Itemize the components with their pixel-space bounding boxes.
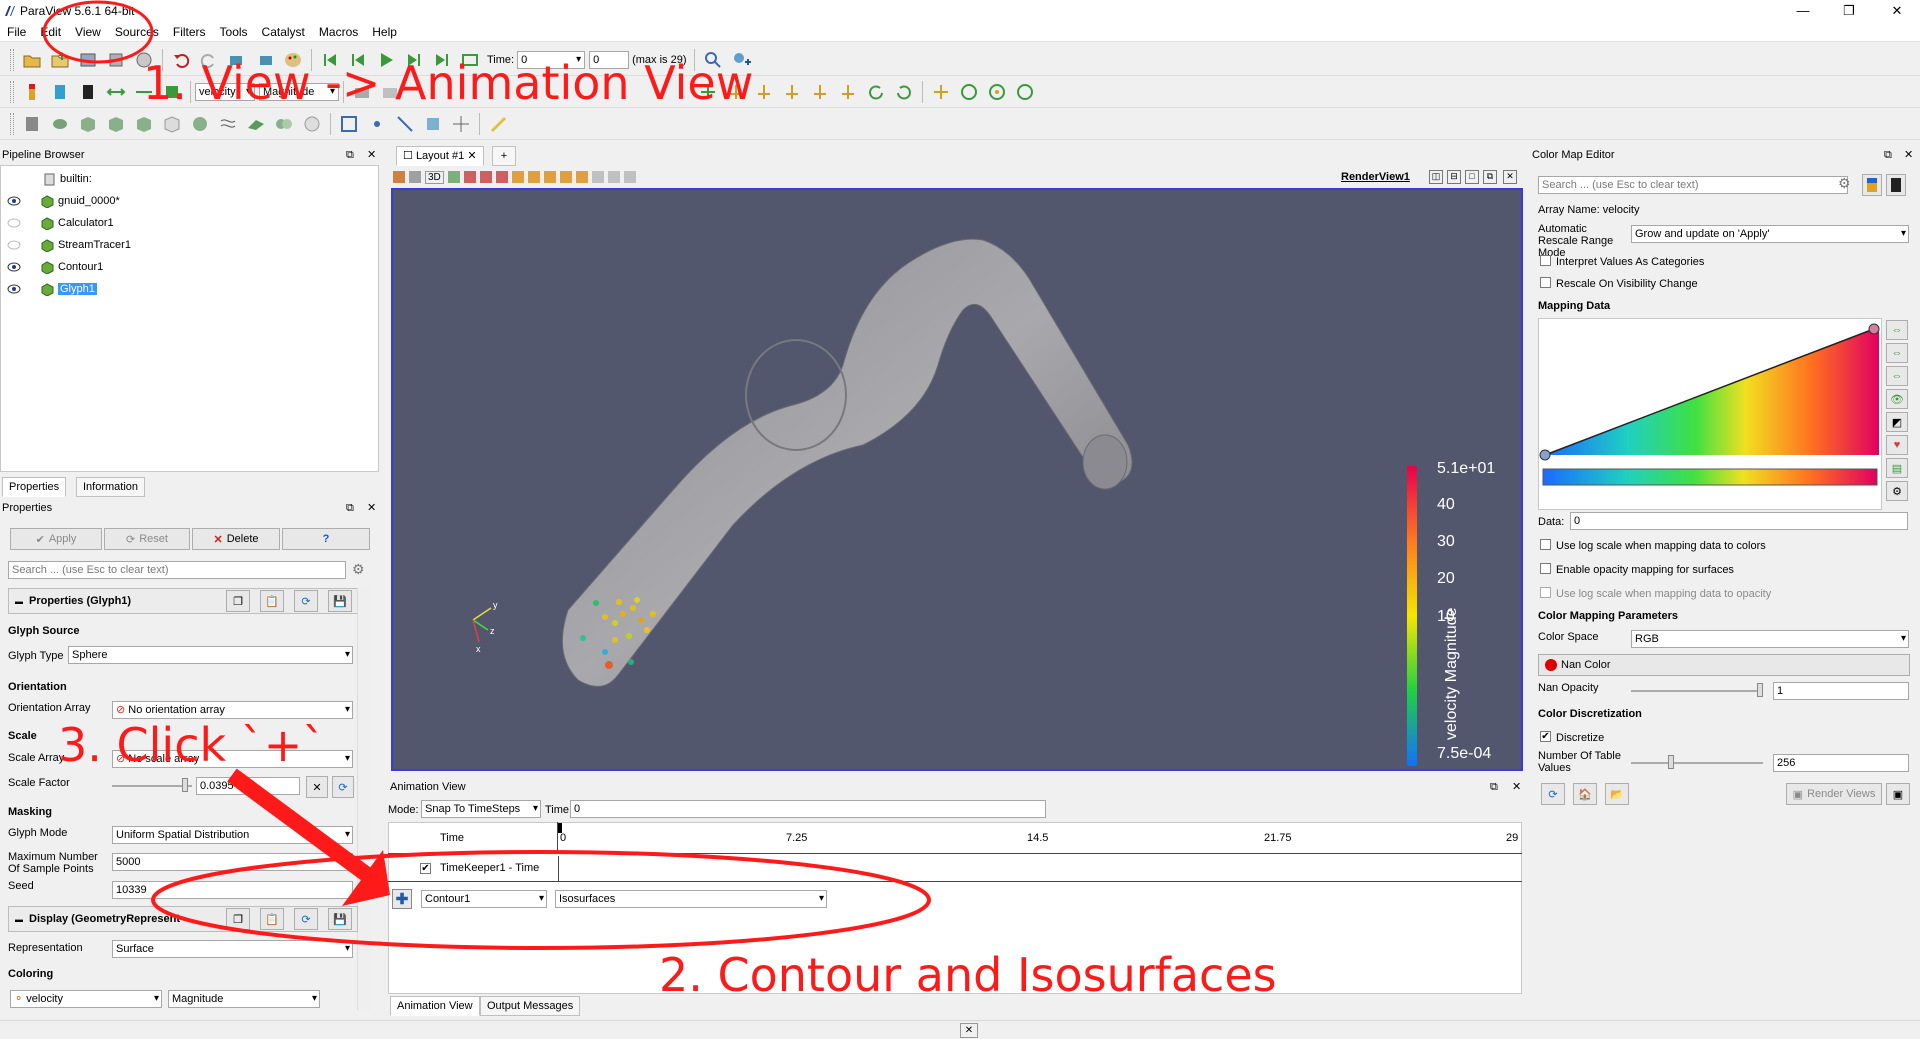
annotation-overlay [42, 0, 931, 950]
contour-highlight-ellipse [151, 850, 931, 950]
annotation-step3: 3. Click `+` [58, 718, 326, 772]
view-menu-highlight-circle [42, 0, 154, 64]
annotation-step1: 1. View -> Animation View [143, 56, 754, 110]
annotation-step2: 2. Contour and Isosurfaces [659, 948, 1277, 1002]
